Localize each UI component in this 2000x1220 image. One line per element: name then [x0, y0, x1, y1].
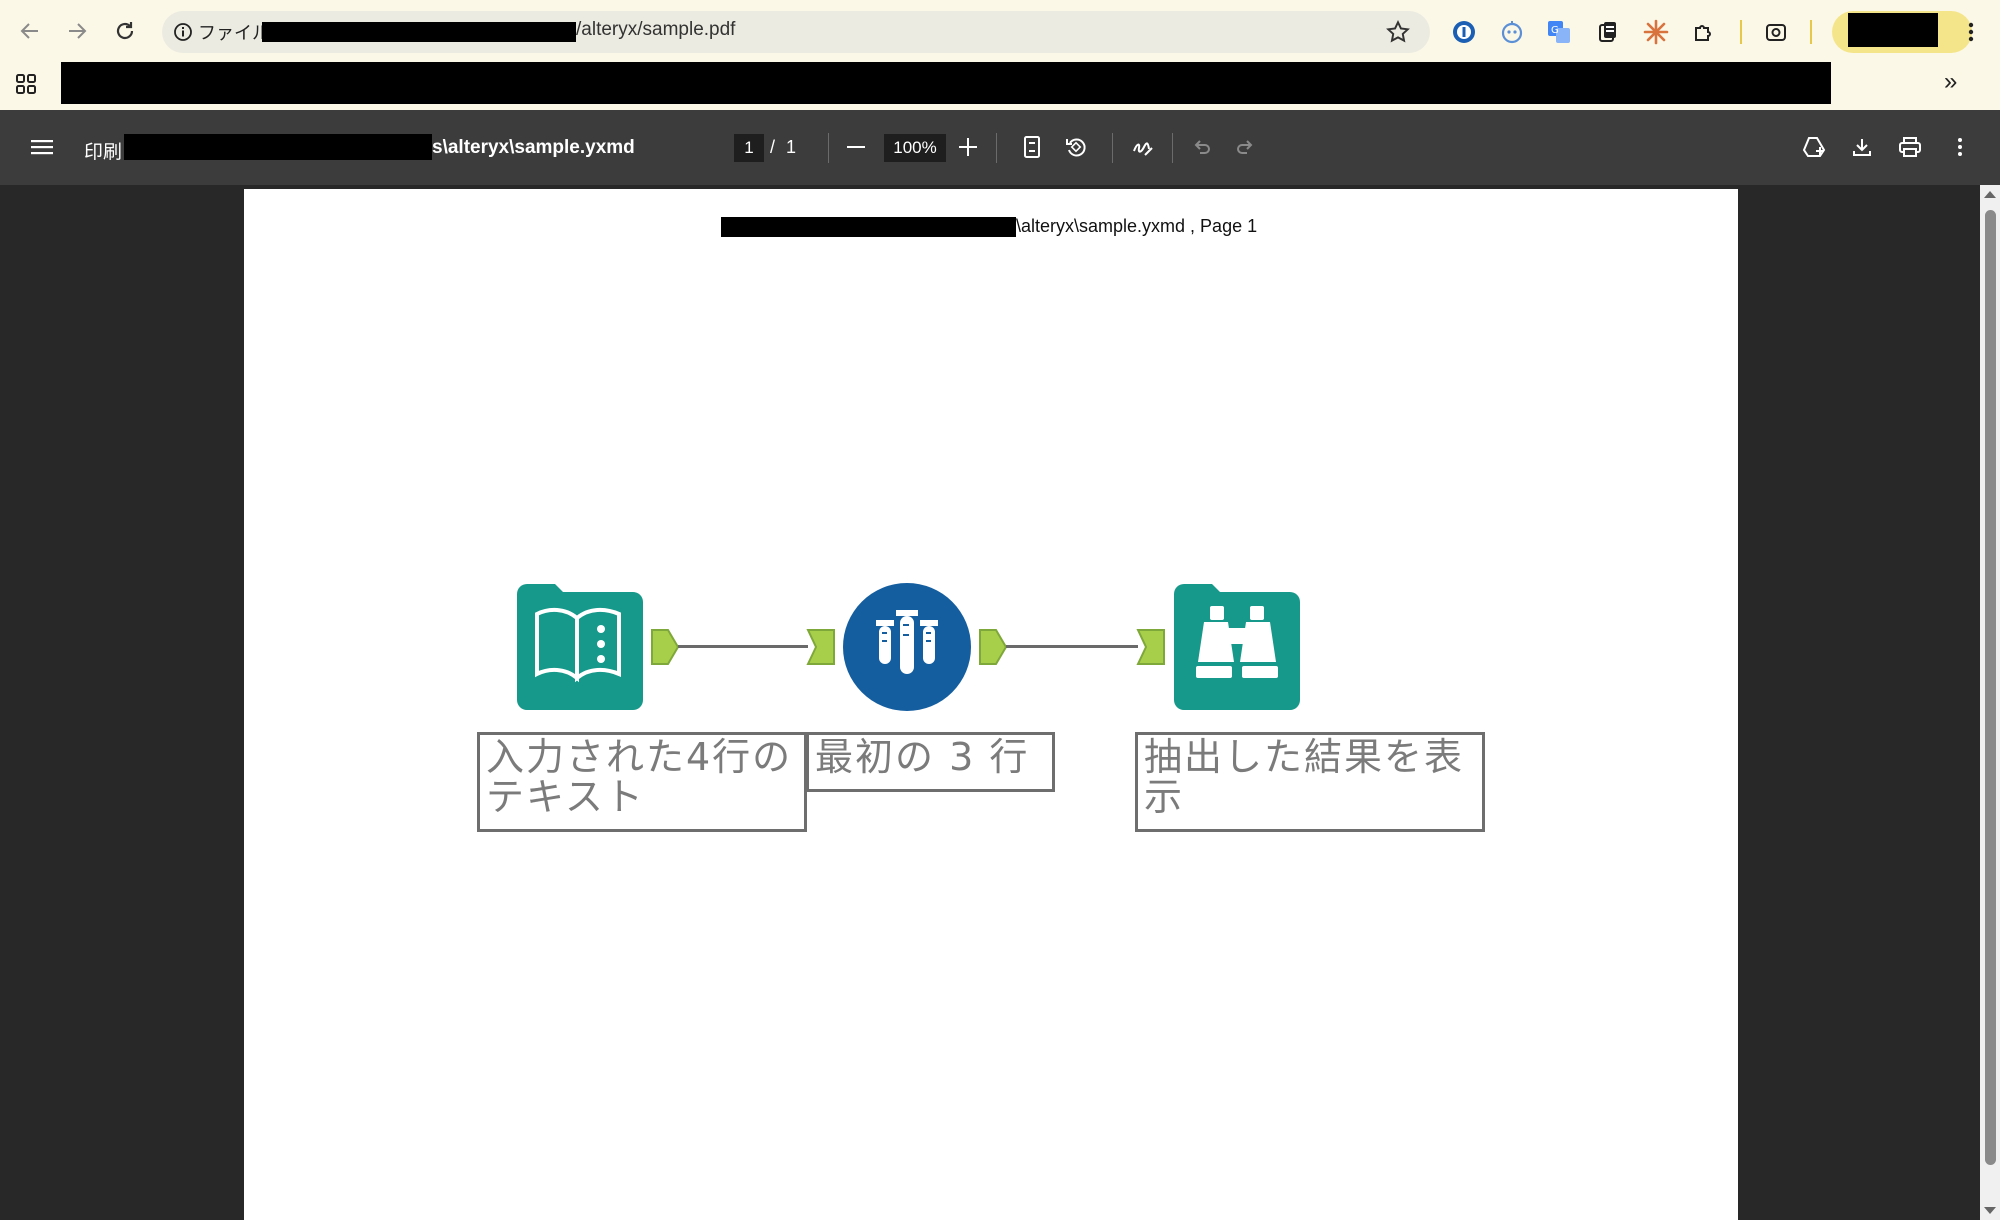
scrollbar-thumb[interactable] [1985, 210, 1996, 1165]
redacted-url-part [262, 22, 576, 42]
extension-icon [1501, 21, 1523, 44]
info-icon[interactable] [173, 22, 193, 42]
assistant-extension-button[interactable] [1498, 18, 1526, 46]
connection-line [678, 645, 808, 648]
rotate-icon [1066, 138, 1086, 157]
redacted-title-part [124, 134, 432, 160]
page-header-text: \alteryx\sample.yxmd , Page 1 [1016, 216, 1258, 236]
bookmarks-overflow-button[interactable]: » [1944, 68, 1957, 96]
clipboard-icon [1599, 22, 1616, 42]
password-extension-button[interactable] [1450, 18, 1478, 46]
redacted-bookmarks [61, 62, 1831, 104]
toolbar-separator [996, 133, 997, 163]
pdf-page [244, 189, 1738, 1220]
browser-menu-button[interactable] [1957, 18, 1985, 46]
redo-icon [1237, 140, 1253, 154]
sun-icon [1643, 19, 1669, 45]
sidebar-toggle-button[interactable] [26, 131, 58, 163]
output-anchor[interactable] [978, 628, 1008, 666]
input-anchor[interactable] [806, 628, 836, 666]
undo-button[interactable] [1186, 131, 1218, 163]
browse-tool-label: 抽出した結果を表示 [1135, 732, 1485, 832]
reload-icon [116, 22, 134, 40]
fit-page-button[interactable] [1016, 131, 1048, 163]
download-icon [1853, 139, 1871, 156]
rotate-button[interactable] [1060, 131, 1092, 163]
zoom-out-button[interactable] [840, 131, 872, 163]
sample-tool-label: 最初の 3 行 [806, 732, 1055, 792]
reload-button[interactable] [110, 16, 140, 46]
url-text[interactable]: /alteryx/sample.pdf [576, 19, 735, 41]
undo-icon [1194, 140, 1210, 154]
browse-tool-icon [1174, 584, 1300, 710]
scroll-up-icon[interactable] [1983, 189, 1997, 199]
password-icon [1453, 21, 1475, 43]
toolbar-separator [1112, 133, 1113, 163]
zoom-in-button[interactable] [952, 131, 984, 163]
sample-tool-icon [843, 583, 971, 711]
screenshot-button[interactable] [1762, 18, 1790, 46]
back-icon [20, 23, 38, 39]
output-anchor[interactable] [650, 628, 680, 666]
redo-button[interactable] [1229, 131, 1261, 163]
fit-page-icon [1024, 136, 1040, 158]
toolbar-separator [828, 133, 829, 163]
input-anchor[interactable] [1136, 628, 1166, 666]
toolbar-separator [1810, 20, 1812, 44]
url-scheme-label: ファイル [198, 23, 270, 43]
puzzle-icon [1695, 25, 1711, 41]
connection-line [1006, 645, 1138, 648]
redacted-profile [1848, 13, 1938, 47]
page-separator: / [770, 137, 776, 157]
annotate-button[interactable] [1127, 131, 1159, 163]
hamburger-icon [31, 140, 53, 155]
toolbar-separator [1172, 133, 1173, 163]
forward-button[interactable] [62, 16, 92, 46]
drive-add-icon [1802, 137, 1826, 157]
menu-dots-icon [1968, 22, 1974, 42]
menu-dots-icon [1958, 138, 1962, 156]
plus-icon [959, 138, 977, 156]
extensions-menu-button[interactable] [1690, 18, 1718, 46]
input-tool-icon [517, 584, 643, 710]
forward-icon [69, 23, 87, 39]
redacted-header-part [721, 217, 1016, 237]
star-icon[interactable] [1385, 19, 1411, 45]
save-to-drive-button[interactable] [1798, 131, 1830, 163]
input-tool-label: 入力された4行のテキスト [477, 732, 807, 832]
page-number-input[interactable]: 1 [734, 134, 764, 162]
pdf-title-prefix: 印刷 [84, 142, 123, 163]
zoom-input[interactable]: 100% [884, 134, 946, 162]
translate-extension-button[interactable]: G [1545, 18, 1573, 46]
clipboard-extension-button[interactable] [1594, 18, 1622, 46]
back-button[interactable] [15, 16, 45, 46]
apps-button[interactable] [14, 72, 40, 98]
svg-text:G: G [1551, 25, 1559, 36]
download-button[interactable] [1846, 131, 1878, 163]
print-icon [1899, 137, 1921, 157]
ai-extension-button[interactable] [1642, 18, 1670, 46]
apps-grid-icon [16, 74, 36, 94]
pdf-more-button[interactable] [1944, 131, 1976, 163]
pen-icon [1133, 142, 1153, 156]
page-total: 1 [786, 137, 797, 157]
toolbar-separator [1740, 20, 1742, 44]
minus-icon [847, 146, 865, 148]
screenshot-icon [1766, 24, 1786, 41]
translate-icon: G [1548, 21, 1570, 43]
pdf-title: s\alteryx\sample.yxmd [432, 137, 635, 158]
scroll-down-icon[interactable] [1983, 1206, 1997, 1216]
print-button[interactable] [1894, 131, 1926, 163]
